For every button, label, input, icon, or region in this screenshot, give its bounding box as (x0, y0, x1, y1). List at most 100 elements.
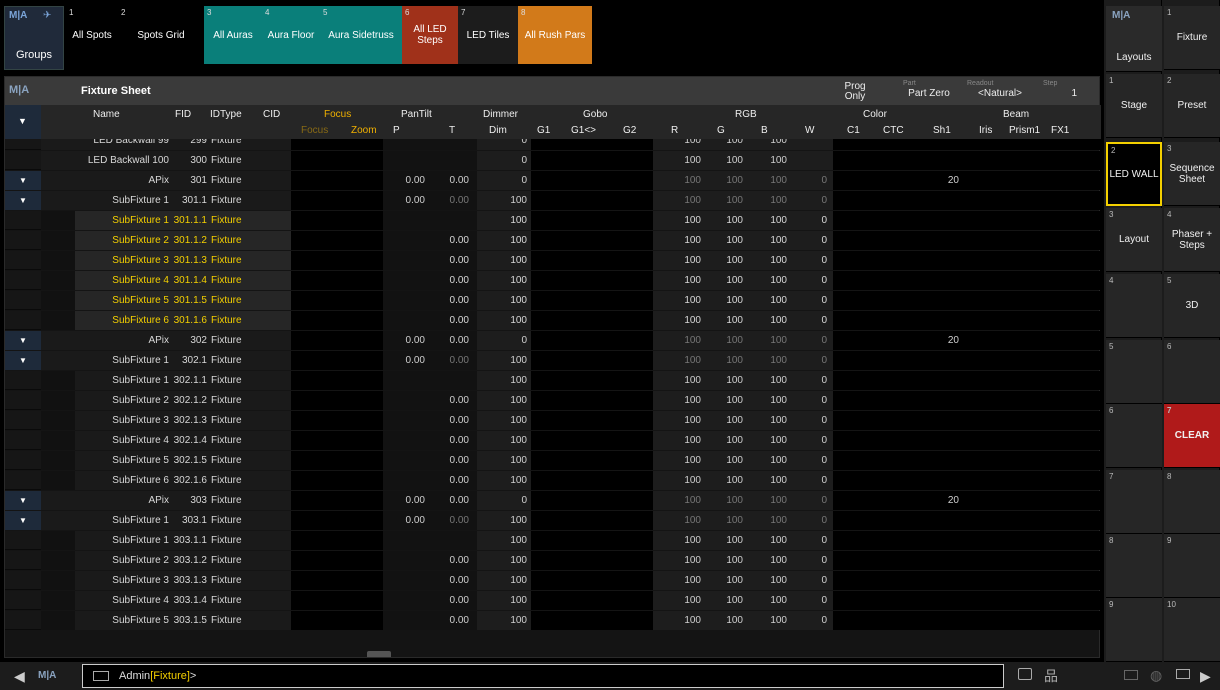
group-button[interactable]: 8 All Rush Pars (518, 6, 592, 64)
header-b[interactable]: B (761, 125, 768, 136)
table-row[interactable]: SubFixture 2 302.1.2 Fixture 0.00 100 100 100 1… (5, 391, 1101, 410)
layouts-pool-header[interactable]: M|A Layouts (1106, 6, 1162, 72)
header-zoom[interactable]: Zoom (351, 125, 377, 136)
header-ctc[interactable]: CTC (883, 125, 904, 136)
header-pantilt[interactable]: PanTilt (401, 109, 432, 120)
groups-pool-header[interactable]: M|A ✈ Groups (4, 6, 64, 70)
table-row[interactable]: SubFixture 6 301.1.6 Fixture 0.00 100 100 100 1… (5, 311, 1101, 330)
layout-button[interactable]: 6 (1106, 404, 1162, 468)
prog-only-button[interactable]: Prog Only (835, 79, 875, 103)
header-focus-sub[interactable]: Focus (301, 125, 328, 136)
layout-button[interactable]: 8 (1106, 534, 1162, 598)
scroll-handle[interactable] (367, 651, 391, 657)
table-row[interactable]: SubFixture 4 303.1.4 Fixture 0.00 100 100 100 1… (5, 591, 1101, 610)
header-dimmer[interactable]: Dimmer (483, 109, 518, 120)
header-cid[interactable]: CID (263, 109, 280, 120)
header-color[interactable]: Color (863, 109, 887, 120)
header-gobo[interactable]: Gobo (583, 109, 607, 120)
view-button[interactable]: 4 Phaser + Steps (1164, 208, 1220, 272)
expand-arrow-icon[interactable]: ▼ (5, 511, 41, 530)
header-fid[interactable]: FID (175, 109, 191, 120)
keyboard-icon[interactable] (93, 671, 109, 681)
header-r[interactable]: R (671, 125, 678, 136)
view-button[interactable]: 9 (1164, 534, 1220, 598)
expand-arrow-icon[interactable]: ▼ (5, 171, 41, 190)
table-row[interactable]: SubFixture 4 302.1.4 Fixture 0.00 100 100 100 1… (5, 431, 1101, 450)
expand-arrow-icon[interactable]: ▼ (5, 351, 41, 370)
view-button[interactable]: 1 Fixture (1164, 6, 1220, 70)
layout-button[interactable]: 9 (1106, 598, 1162, 662)
view-button[interactable]: 2 Preset (1164, 74, 1220, 138)
expand-arrow-icon[interactable]: ▼ (5, 331, 41, 350)
table-row[interactable]: ▼ APix 302 Fixture 0.00 0.00 0 100 100 100 0 20 (5, 331, 1101, 350)
layout-button[interactable]: 7 (1106, 470, 1162, 534)
header-g2[interactable]: G2 (623, 125, 636, 136)
view-button[interactable]: 3 Sequence Sheet (1164, 142, 1220, 206)
table-row[interactable]: SubFixture 2 301.1.2 Fixture 0.00 100 100 100 1… (5, 231, 1101, 250)
header-prism1[interactable]: Prism1 (1009, 125, 1040, 136)
header-dim[interactable]: Dim (489, 125, 507, 136)
table-row[interactable]: ▼ SubFixture 1 301.1 Fixture 0.00 0.00 100 100 1… (5, 191, 1101, 210)
expand-arrow-icon[interactable]: ▼ (5, 191, 41, 210)
table-row[interactable]: ▼ SubFixture 1 303.1 Fixture 0.00 0.00 100 100 1… (5, 511, 1101, 530)
header-c1[interactable]: C1 (847, 125, 860, 136)
network-icon[interactable]: 品 (1044, 666, 1058, 686)
header-name[interactable]: Name (93, 109, 120, 120)
layout-button[interactable]: 4 (1106, 274, 1162, 338)
table-row[interactable]: SubFixture 3 301.1.3 Fixture 0.00 100 100 100 1… (5, 251, 1101, 270)
collapse-all-button[interactable]: ▼ (5, 105, 41, 139)
header-w[interactable]: W (805, 125, 814, 136)
view-button[interactable]: 10 (1164, 598, 1220, 662)
header-g1[interactable]: G1 (537, 125, 550, 136)
table-row[interactable]: SubFixture 5 302.1.5 Fixture 0.00 100 100 100 1… (5, 451, 1101, 470)
table-row[interactable]: SubFixture 5 301.1.5 Fixture 0.00 100 100 100 1… (5, 291, 1101, 310)
header-t[interactable]: T (449, 125, 455, 136)
header-rgb[interactable]: RGB (735, 109, 757, 120)
group-button[interactable]: 5 Aura Sidetruss (320, 6, 402, 64)
keyboard-icon-right[interactable] (1176, 669, 1190, 679)
table-row[interactable]: SubFixture 1 301.1.1 Fixture 100 100 100 100 0 (5, 211, 1101, 230)
table-row[interactable]: ▼ APix 303 Fixture 0.00 0.00 0 100 100 100 0 20 (5, 491, 1101, 510)
right-arrow-icon[interactable]: ▶ (1200, 668, 1211, 685)
group-button[interactable]: 3 All Auras (204, 6, 262, 64)
table-row[interactable]: SubFixture 6 302.1.6 Fixture 0.00 100 100 100 1… (5, 471, 1101, 490)
table-row[interactable]: SubFixture 1 302.1.1 Fixture 100 100 100 100 0 (5, 371, 1101, 390)
command-line-input[interactable]: Admin[Fixture]> (82, 664, 1004, 688)
header-beam[interactable]: Beam (1003, 109, 1029, 120)
table-row[interactable]: SubFixture 4 301.1.4 Fixture 0.00 100 100 100 1… (5, 271, 1101, 290)
view-button[interactable]: 7 CLEAR (1164, 404, 1220, 468)
group-button[interactable]: 1 All Spots (66, 6, 118, 64)
view-button[interactable]: 5 3D (1164, 274, 1220, 338)
table-row[interactable]: SubFixture 1 303.1.1 Fixture 100 100 100 100 0 (5, 531, 1101, 550)
table-row[interactable]: LED Backwall 100 300 Fixture 0 100 100 100 (5, 151, 1101, 170)
window-icon[interactable] (1018, 668, 1032, 680)
table-row[interactable]: SubFixture 3 303.1.3 Fixture 0.00 100 100 100 1… (5, 571, 1101, 590)
layout-button[interactable]: 5 (1106, 340, 1162, 404)
table-row[interactable]: ▼ SubFixture 1 302.1 Fixture 0.00 0.00 100 100 1… (5, 351, 1101, 370)
part-button[interactable]: Part Part Zero (901, 79, 957, 103)
group-button[interactable]: 7 LED Tiles (458, 6, 518, 64)
header-fx1[interactable]: FX1 (1051, 125, 1069, 136)
keyboard-small-icon[interactable] (1124, 670, 1138, 680)
step-button[interactable]: Step 1 (1041, 79, 1081, 103)
readout-button[interactable]: Readout <Natural> (965, 79, 1035, 103)
group-button[interactable]: 2 Spots Grid (118, 6, 204, 64)
layout-button[interactable]: 2 LED WALL (1106, 142, 1162, 206)
header-g[interactable]: G (717, 125, 725, 136)
header-sh1[interactable]: Sh1 (933, 125, 951, 136)
header-idtype[interactable]: IDType (210, 109, 242, 120)
layout-button[interactable]: 3 Layout (1106, 208, 1162, 272)
view-button[interactable]: 6 (1164, 340, 1220, 404)
header-p[interactable]: P (393, 125, 400, 136)
header-iris[interactable]: Iris (979, 125, 992, 136)
table-row[interactable]: SubFixture 2 303.1.2 Fixture 0.00 100 100 100 1… (5, 551, 1101, 570)
globe-icon[interactable]: ◍ (1150, 667, 1162, 684)
header-g1-rotate[interactable]: G1<> (571, 125, 596, 136)
group-button[interactable]: 4 Aura Floor (262, 6, 320, 64)
table-row[interactable]: SubFixture 5 303.1.5 Fixture 0.00 100 100 100 1… (5, 611, 1101, 630)
header-focus[interactable]: Focus (324, 109, 351, 120)
table-row[interactable]: SubFixture 3 302.1.3 Fixture 0.00 100 100 100 1… (5, 411, 1101, 430)
left-arrow-icon[interactable]: ◀ (14, 668, 25, 685)
expand-arrow-icon[interactable]: ▼ (5, 491, 41, 510)
group-button[interactable]: 6 All LED Steps (402, 6, 458, 64)
